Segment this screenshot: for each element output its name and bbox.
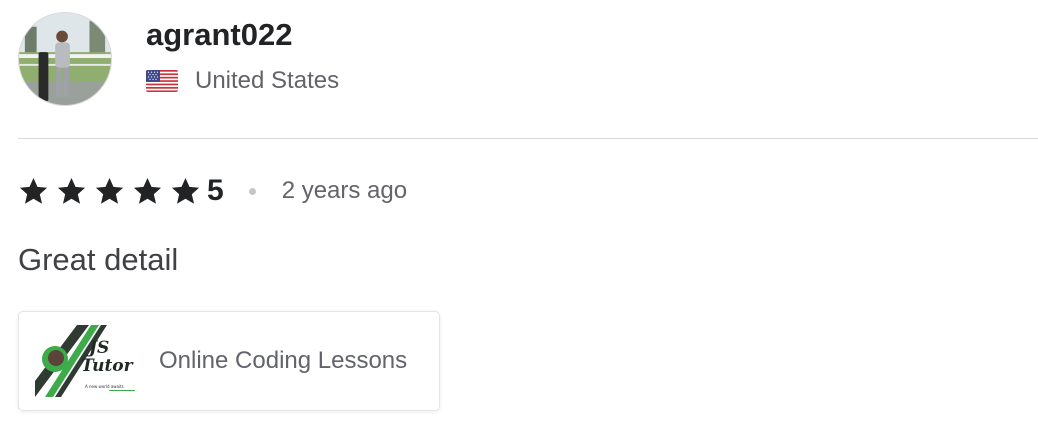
reviewer-header: agrant022 United States: [18, 12, 339, 106]
reviewer-info: agrant022 United States: [146, 12, 339, 95]
reviewer-country: United States: [146, 67, 339, 95]
star-icon: [19, 177, 48, 204]
separator-dot: [248, 187, 256, 195]
star-icon: [171, 177, 200, 204]
rating-row: 5 2 years ago: [18, 172, 407, 210]
star-rating: [18, 176, 208, 207]
star-icon: [95, 177, 124, 204]
reviewer-country-name: United States: [195, 67, 340, 94]
review-card: agrant022 United States 5 2 years ago Gr…: [0, 0, 1038, 440]
reviewer-username[interactable]: agrant022: [146, 15, 339, 55]
gig-title[interactable]: Online Coding Lessons: [159, 346, 407, 376]
review-time-ago: 2 years ago: [281, 177, 408, 204]
gig-card[interactable]: JS Tutor A new world awaits Online Codin…: [18, 311, 440, 411]
gig-thumbnail[interactable]: JS Tutor A new world awaits: [35, 325, 139, 397]
header-divider: [18, 138, 1038, 139]
gig-thumb-tagline: A new world awaits: [85, 384, 124, 389]
star-icon: [57, 177, 86, 204]
star-icon: [133, 177, 162, 204]
us-flag-icon: [146, 70, 178, 92]
rating-value: 5: [207, 174, 224, 207]
svg-text:Tutor: Tutor: [81, 356, 134, 376]
gig-thumb-title: JS: [86, 338, 109, 358]
review-text: Great detail: [18, 242, 179, 277]
reviewer-avatar[interactable]: [18, 12, 112, 106]
